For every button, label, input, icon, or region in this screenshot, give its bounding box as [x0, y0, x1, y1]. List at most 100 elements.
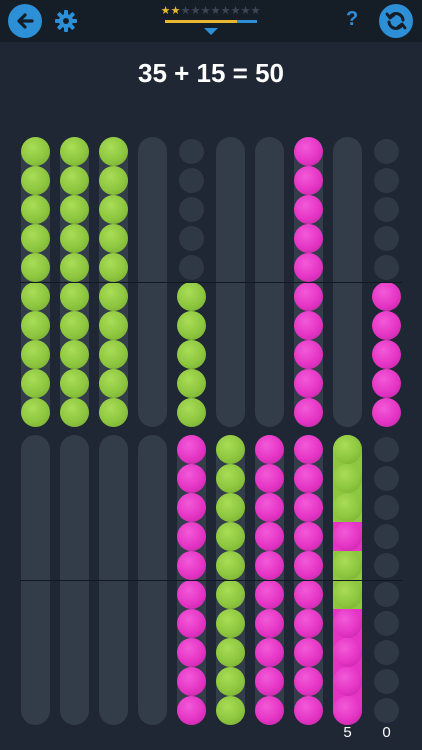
green-bead: [60, 253, 89, 282]
pink-bead: [372, 369, 401, 398]
pink-bead: [255, 609, 284, 638]
lower-five-divider: [20, 580, 402, 581]
green-bead: [21, 137, 50, 166]
green-bead: [21, 311, 50, 340]
empty-bead-slot: [179, 255, 204, 280]
empty-bead-slot: [374, 495, 399, 520]
pink-bead-shine: [333, 638, 362, 667]
green-bead: [216, 493, 245, 522]
green-bead: [216, 522, 245, 551]
pink-bead: [294, 464, 323, 493]
empty-bead-slot: [374, 255, 399, 280]
pink-bead: [177, 493, 206, 522]
empty-bead-slot: [374, 669, 399, 694]
pink-bead: [255, 551, 284, 580]
green-bead: [99, 166, 128, 195]
level-stars: ★★★★★★★★★★: [160, 4, 261, 17]
star-icon: ★: [220, 4, 231, 17]
empty-bead-slot: [374, 698, 399, 723]
star-icon: ★: [190, 4, 201, 17]
green-bead: [99, 253, 128, 282]
arrow-left-icon: [17, 13, 34, 29]
pink-bead: [177, 609, 206, 638]
empty-bead-slot: [374, 226, 399, 251]
pink-bead: [177, 580, 206, 609]
pink-bead-shine: [333, 696, 362, 725]
settings-gear-icon[interactable]: [54, 9, 78, 33]
green-bead: [99, 398, 128, 427]
upper-five-divider: [20, 282, 402, 283]
star-icon: ★: [240, 4, 251, 17]
empty-bead-slot: [179, 139, 204, 164]
refresh-icon: [385, 12, 407, 30]
pink-bead: [294, 369, 323, 398]
empty-bead-slot: [374, 197, 399, 222]
pink-bead: [177, 522, 206, 551]
green-bead: [21, 253, 50, 282]
pink-bead: [294, 224, 323, 253]
green-bead: [21, 166, 50, 195]
pink-bead: [294, 667, 323, 696]
empty-bead-slot: [374, 582, 399, 607]
empty-bead-slot: [374, 524, 399, 549]
green-bead: [21, 398, 50, 427]
pink-bead: [177, 551, 206, 580]
green-bead: [216, 551, 245, 580]
green-bead: [21, 195, 50, 224]
green-bead-shine: [333, 580, 362, 609]
pink-bead: [294, 166, 323, 195]
star-icon: ★: [230, 4, 241, 17]
green-bead-shine: [333, 464, 362, 493]
pink-bead: [294, 435, 323, 464]
pink-bead: [255, 667, 284, 696]
green-bead: [177, 369, 206, 398]
green-bead: [99, 137, 128, 166]
green-bead-shine: [333, 493, 362, 522]
pink-bead: [255, 696, 284, 725]
dropdown-caret-icon[interactable]: [204, 28, 218, 35]
empty-bead-slot: [374, 553, 399, 578]
green-bead: [216, 638, 245, 667]
pink-bead-shine: [333, 667, 362, 696]
count-label-0: 0: [382, 724, 391, 741]
pink-bead: [294, 609, 323, 638]
top-bar: ★★★★★★★★★★ ?: [0, 0, 422, 42]
pink-bead: [177, 667, 206, 696]
pink-bead: [294, 282, 323, 311]
star-icon: ★: [250, 4, 261, 17]
pink-bead: [255, 435, 284, 464]
green-bead: [60, 282, 89, 311]
star-icon: ★: [170, 4, 181, 17]
star-icon: ★: [210, 4, 221, 17]
green-bead: [60, 137, 89, 166]
pink-bead: [372, 311, 401, 340]
green-bead: [60, 369, 89, 398]
green-bead: [99, 369, 128, 398]
pink-bead: [255, 580, 284, 609]
green-bead: [60, 311, 89, 340]
back-button[interactable]: [8, 4, 42, 38]
empty-bead-slot: [374, 611, 399, 636]
pink-bead: [294, 398, 323, 427]
empty-bead-slot: [374, 466, 399, 491]
star-icon: ★: [200, 4, 211, 17]
pink-bead: [255, 464, 284, 493]
green-bead: [99, 224, 128, 253]
empty-bead-slot: [374, 139, 399, 164]
green-bead: [99, 311, 128, 340]
empty-bead-slot: [179, 197, 204, 222]
empty-bead-slot: [179, 226, 204, 251]
green-bead: [216, 667, 245, 696]
help-button[interactable]: ?: [346, 8, 358, 31]
pink-bead: [255, 522, 284, 551]
refresh-button[interactable]: [379, 4, 413, 38]
green-bead: [216, 580, 245, 609]
green-bead: [60, 340, 89, 369]
pink-bead-shine: [333, 522, 362, 551]
pink-bead: [177, 638, 206, 667]
pink-bead: [177, 464, 206, 493]
empty-bead-slot: [374, 640, 399, 665]
empty-bead-slot: [374, 437, 399, 462]
pink-bead: [294, 311, 323, 340]
green-bead: [177, 311, 206, 340]
